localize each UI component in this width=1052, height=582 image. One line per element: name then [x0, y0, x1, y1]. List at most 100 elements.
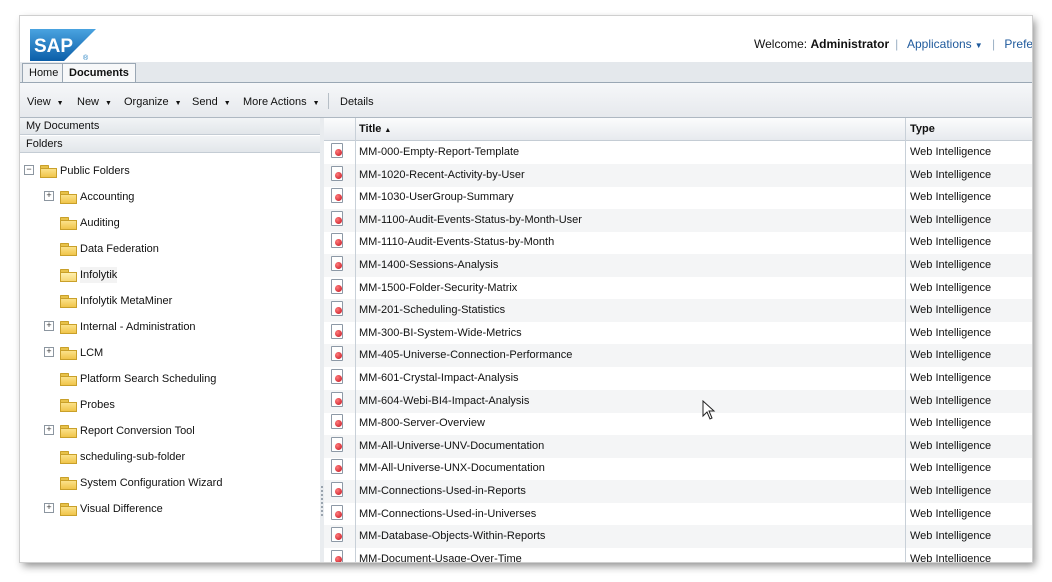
send-menu[interactable]: Send ▼	[192, 96, 231, 108]
sort-ascending-icon: ▲	[384, 127, 392, 134]
organize-menu-label: Organize	[124, 96, 169, 108]
table-row[interactable]: MM-Database-Objects-Within-Reports Web In…	[324, 525, 1032, 549]
folder-icon	[60, 217, 77, 230]
document-title[interactable]: MM-Connections-Used-in-Reports	[359, 485, 526, 497]
expand-icon[interactable]: +	[44, 347, 54, 357]
tree-item-scheduling-sub-folder[interactable]: scheduling-sub-folder	[20, 449, 320, 465]
document-title[interactable]: MM-300-BI-System-Wide-Metrics	[359, 327, 522, 339]
document-title[interactable]: MM-800-Server-Overview	[359, 417, 485, 429]
table-row[interactable]: MM-1400-Sessions-Analysis Web Intelligenc…	[324, 254, 1032, 277]
table-row[interactable]: MM-Connections-Used-in-Universes Web Inte…	[324, 503, 1032, 526]
web-intelligence-document-icon	[331, 233, 343, 249]
applications-menu[interactable]: Applications ▼	[907, 37, 983, 51]
tree-item-public-folders[interactable]: − Public Folders	[20, 163, 320, 179]
table-row[interactable]: MM-1030-UserGroup-Summary Web Intelligenc…	[324, 186, 1032, 209]
document-title[interactable]: MM-1500-Folder-Security-Matrix	[359, 282, 517, 294]
expand-icon[interactable]: +	[44, 191, 54, 201]
organize-menu[interactable]: Organize ▼	[124, 96, 182, 108]
folders-header[interactable]: Folders	[20, 136, 320, 153]
tree-item-internal-administration[interactable]: + Internal - Administration	[20, 319, 320, 335]
table-row[interactable]: MM-1500-Folder-Security-Matrix Web Intell…	[324, 277, 1032, 300]
web-intelligence-document-icon	[331, 436, 343, 452]
document-type: Web Intelligence	[910, 191, 992, 204]
collapse-icon[interactable]: −	[24, 165, 34, 175]
expand-icon[interactable]: +	[44, 425, 54, 435]
tree-item-label: Report Conversion Tool	[80, 425, 195, 437]
document-title[interactable]: MM-405-Universe-Connection-Performance	[359, 349, 572, 361]
tree-item-auditing[interactable]: Auditing	[20, 215, 320, 231]
new-menu[interactable]: New ▼	[77, 96, 112, 108]
document-title[interactable]: MM-1020-Recent-Activity-by-User	[359, 169, 525, 181]
tree-item-label: Internal - Administration	[80, 321, 196, 333]
tree-item-label: Public Folders	[60, 165, 130, 177]
table-row[interactable]: MM-Document-Usage-Over-Time Web Intellige…	[324, 548, 1032, 562]
table-row[interactable]: MM-000-Empty-Report-Template Web Intellig…	[324, 141, 1032, 164]
table-row[interactable]: MM-All-Universe-UNV-Documentation Web Int…	[324, 434, 1032, 458]
sap-logo: SAP ®	[30, 29, 96, 61]
table-row[interactable]: MM-1100-Audit-Events-Status-by-Month-Use…	[324, 208, 1032, 232]
document-title[interactable]: MM-201-Scheduling-Statistics	[359, 304, 505, 316]
toolbar: View ▼ New ▼ Organize ▼ Send ▼ More Actions ▼…	[20, 83, 1032, 118]
type-column-header[interactable]: Type	[910, 123, 935, 135]
app-window: SAP ® Welcome: Administrator | Applicatio…	[20, 16, 1032, 562]
document-title[interactable]: MM-1100-Audit-Events-Status-by-Month-Use…	[359, 214, 582, 226]
document-title[interactable]: MM-Connections-Used-in-Universes	[359, 508, 536, 520]
tree-item-label: Visual Difference	[80, 503, 163, 515]
tree-item-infolytik-metaminer[interactable]: Infolytik MetaMiner	[20, 293, 320, 309]
folder-icon	[60, 191, 77, 204]
tree-item-accounting[interactable]: + Accounting	[20, 189, 320, 205]
table-row[interactable]: MM-405-Universe-Connection-Performance We…	[324, 344, 1032, 368]
tab-home[interactable]: Home	[22, 63, 66, 82]
title-column-header[interactable]: Title ▲	[359, 123, 391, 135]
document-title[interactable]: MM-1030-UserGroup-Summary	[359, 191, 514, 203]
table-row[interactable]: MM-300-BI-System-Wide-Metrics Web Intelli…	[324, 322, 1032, 345]
user-name: Administrator	[810, 37, 890, 51]
more-actions-menu[interactable]: More Actions ▼	[243, 96, 320, 108]
document-title[interactable]: MM-601-Crystal-Impact-Analysis	[359, 372, 519, 384]
tree-item-lcm[interactable]: + LCM	[20, 345, 320, 361]
my-documents-header[interactable]: My Documents	[20, 118, 320, 135]
table-row[interactable]: MM-601-Crystal-Impact-Analysis Web Intell…	[324, 367, 1032, 390]
list-header: Title ▲ Type	[324, 118, 1032, 141]
document-title[interactable]: MM-000-Empty-Report-Template	[359, 146, 519, 158]
table-row[interactable]: MM-201-Scheduling-Statistics Web Intellig…	[324, 299, 1032, 323]
folder-icon	[60, 503, 77, 516]
view-menu-label: View	[27, 96, 51, 108]
welcome-area: Welcome: Administrator | Applications ▼ | …	[754, 37, 1032, 51]
table-row[interactable]: MM-604-Webi-BI4-Impact-Analysis Web Intel…	[324, 389, 1032, 413]
tree-item-data-federation[interactable]: Data Federation	[20, 241, 320, 257]
document-title[interactable]: MM-All-Universe-UNV-Documentation	[359, 440, 544, 452]
document-title[interactable]: MM-604-Webi-BI4-Impact-Analysis	[359, 395, 529, 407]
document-title[interactable]: MM-All-Universe-UNX-Documentation	[359, 462, 545, 474]
document-title[interactable]: MM-1400-Sessions-Analysis	[359, 259, 498, 271]
table-row[interactable]: MM-All-Universe-UNX-Documentation Web Int…	[324, 457, 1032, 480]
document-type: Web Intelligence	[910, 439, 992, 452]
web-intelligence-document-icon	[331, 323, 343, 339]
tree-item-infolytik[interactable]: Infolytik	[20, 267, 320, 283]
document-title[interactable]: MM-1110-Audit-Events-Status-by-Month	[359, 236, 554, 248]
tree-item-platform-search-scheduling[interactable]: Platform Search Scheduling	[20, 371, 320, 387]
title-column-label: Title	[359, 123, 382, 135]
tree-item-visual-difference[interactable]: + Visual Difference	[20, 501, 320, 517]
document-type: Web Intelligence	[910, 213, 992, 226]
details-button[interactable]: Details	[340, 96, 374, 108]
tree-item-label: Infolytik	[80, 267, 118, 283]
expand-icon[interactable]: +	[44, 321, 54, 331]
expand-icon[interactable]: +	[44, 503, 54, 513]
tree-item-label: LCM	[80, 347, 104, 359]
document-title[interactable]: MM-Document-Usage-Over-Time	[359, 553, 522, 562]
folder-icon	[60, 243, 77, 256]
tree-item-probes[interactable]: Probes	[20, 397, 320, 413]
table-row[interactable]: MM-1020-Recent-Activity-by-User Web Intel…	[324, 163, 1032, 187]
tree-item-label: Platform Search Scheduling	[80, 373, 217, 385]
document-type: Web Intelligence	[910, 530, 992, 543]
tab-documents[interactable]: Documents	[62, 63, 136, 82]
table-row[interactable]: MM-800-Server-Overview Web Intelligence	[324, 412, 1032, 435]
document-title[interactable]: MM-Database-Objects-Within-Reports	[359, 530, 545, 542]
table-row[interactable]: MM-1110-Audit-Events-Status-by-Month Web …	[324, 231, 1032, 254]
tree-item-report-conversion-tool[interactable]: + Report Conversion Tool	[20, 423, 320, 439]
preferences-link[interactable]: Preference	[1004, 37, 1032, 51]
tree-item-system-configuration-wizard[interactable]: System Configuration Wizard	[20, 475, 320, 491]
view-menu[interactable]: View ▼	[27, 96, 64, 108]
table-row[interactable]: MM-Connections-Used-in-Reports Web Intell…	[324, 480, 1032, 503]
